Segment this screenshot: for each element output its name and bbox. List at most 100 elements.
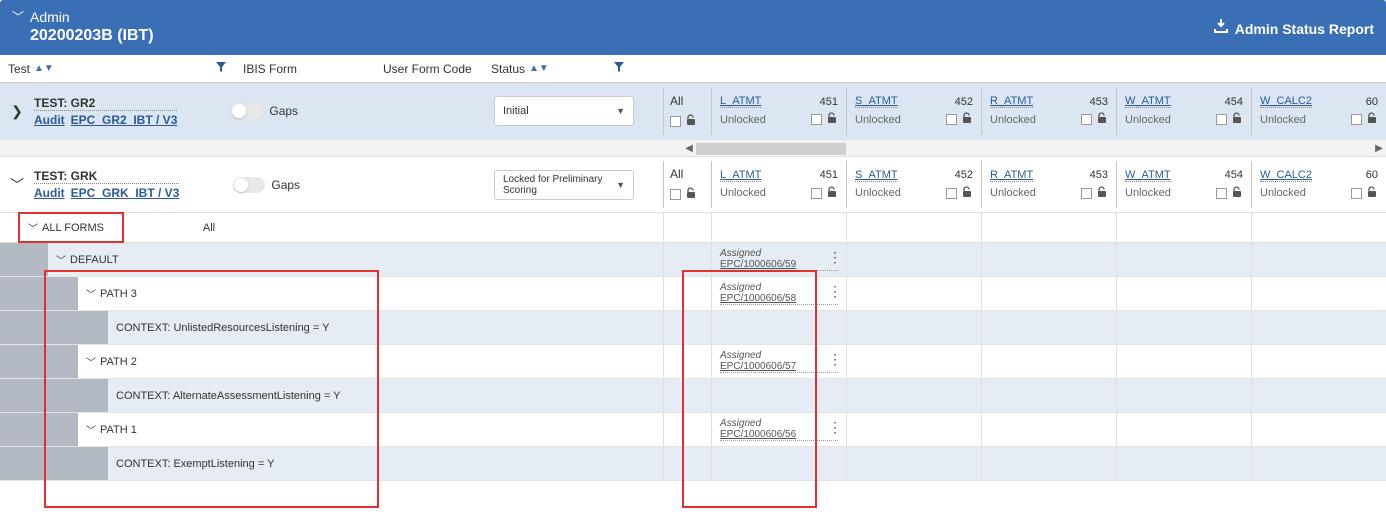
kebab-icon[interactable]: ⋮ (828, 351, 842, 368)
audit-link[interactable]: Audit (34, 186, 65, 200)
test-title: TEST: GRK (34, 169, 179, 184)
unlock-icon[interactable] (961, 112, 973, 127)
checkbox[interactable] (1081, 188, 1092, 199)
tree-section-all (663, 413, 711, 446)
section-name-link[interactable]: W_CALC2 (1260, 169, 1312, 182)
audit-link[interactable]: Audit (34, 113, 65, 127)
checkbox[interactable] (1351, 188, 1362, 199)
gaps-toggle[interactable] (231, 103, 263, 119)
scroll-left-icon[interactable]: ◀ (682, 143, 696, 154)
unlock-icon[interactable] (1096, 186, 1108, 201)
tree-section-cell (981, 243, 1116, 276)
tree-section-cell: AssignedEPC/1000606/57⋮ (711, 345, 846, 378)
horizontal-scrollbar[interactable]: ◀ ▶ (0, 139, 1386, 157)
checkbox[interactable] (670, 189, 681, 200)
unlock-icon[interactable] (685, 187, 697, 202)
expand-toggle[interactable]: ❯ (0, 103, 34, 120)
tree-label[interactable]: ﹀PATH 3 (78, 286, 663, 301)
unlock-icon[interactable] (1366, 112, 1378, 127)
unlock-icon[interactable] (826, 186, 838, 201)
form-link[interactable]: EPC_GRK_IBT / V3 (71, 186, 180, 200)
section-name-link[interactable]: S_ATMT (855, 169, 898, 182)
checkbox[interactable] (946, 188, 957, 199)
chevron-down-icon[interactable]: ﹀ (86, 422, 96, 437)
tree-label[interactable]: CONTEXT: UnlistedResourcesListening = Y (108, 322, 663, 334)
chevron-down-icon[interactable]: ﹀ (12, 8, 24, 25)
tree-label[interactable]: ﹀DEFAULT (48, 252, 663, 267)
section-all: All (663, 161, 711, 208)
tree-label[interactable]: CONTEXT: ExemptListening = Y (108, 458, 663, 470)
unlock-icon[interactable] (1366, 186, 1378, 201)
form-link[interactable]: EPC_GR2_IBT / V3 (71, 113, 178, 127)
gaps-toggle[interactable] (233, 177, 265, 193)
section-name-link[interactable]: W_ATMT (1125, 169, 1171, 182)
checkbox[interactable] (1351, 114, 1362, 125)
kebab-icon[interactable]: ⋮ (828, 419, 842, 436)
section-name-link[interactable]: S_ATMT (855, 95, 898, 108)
tree-section-cell (1116, 277, 1251, 310)
filter-icon[interactable] (613, 61, 625, 76)
checkbox[interactable] (1216, 114, 1227, 125)
col-ibis-label[interactable]: IBIS Form (243, 62, 297, 76)
checkbox[interactable] (1216, 188, 1227, 199)
tree-label[interactable]: ﹀PATH 1 (78, 422, 663, 437)
section-state: Unlocked (1125, 187, 1171, 199)
col-userform-label[interactable]: User Form Code (383, 62, 472, 76)
all-forms-cell[interactable]: ﹀ ALL FORMS (18, 212, 124, 243)
checkbox[interactable] (811, 114, 822, 125)
col-status-label[interactable]: Status (491, 62, 525, 76)
sort-icon[interactable]: ▲▼ (34, 64, 54, 74)
epc-link[interactable]: EPC/1000606/59 (720, 259, 838, 271)
section-name-link[interactable]: W_ATMT (1125, 95, 1171, 108)
scroll-right-icon[interactable]: ▶ (1372, 143, 1386, 154)
tree-section-cell (711, 447, 846, 480)
caret-down-icon: ▼ (616, 180, 625, 190)
epc-link[interactable]: EPC/1000606/58 (720, 293, 838, 305)
tree-label[interactable]: CONTEXT: AlternateAssessmentListening = … (108, 390, 663, 402)
chevron-down-icon[interactable]: ﹀ (56, 252, 66, 267)
forms-header-row: ﹀ ALL FORMS All (0, 213, 1386, 243)
section-name-link[interactable]: R_ATMT (990, 169, 1033, 182)
admin-status-report-button[interactable]: Admin Status Report (1213, 8, 1374, 37)
status-dropdown[interactable]: Initial ▼ (494, 96, 634, 126)
tree-section-cell (1251, 277, 1386, 310)
chevron-down-icon[interactable]: ﹀ (86, 286, 96, 301)
epc-link[interactable]: EPC/1000606/56 (720, 429, 838, 441)
tree-section-cell (981, 379, 1116, 412)
tree-section-cell: AssignedEPC/1000606/59⋮ (711, 243, 846, 276)
unlock-icon[interactable] (1231, 112, 1243, 127)
section-column: R_ATMT453Unlocked (981, 88, 1116, 135)
sort-icon[interactable]: ▲▼ (529, 64, 549, 74)
unlock-icon[interactable] (961, 186, 973, 201)
checkbox[interactable] (1081, 114, 1092, 125)
section-name-link[interactable]: W_CALC2 (1260, 95, 1312, 108)
tree-section-all (663, 447, 711, 480)
section-number: 452 (955, 169, 973, 181)
unlock-icon[interactable] (1096, 112, 1108, 127)
tree-section-all (663, 379, 711, 412)
checkbox[interactable] (946, 114, 957, 125)
tree-section-cell (1116, 379, 1251, 412)
kebab-icon[interactable]: ⋮ (828, 249, 842, 266)
epc-link[interactable]: EPC/1000606/57 (720, 361, 838, 373)
tree-row: ﹀PATH 3AssignedEPC/1000606/58⋮ (0, 277, 1386, 311)
col-test-label[interactable]: Test (8, 62, 30, 76)
all-label: All (203, 222, 215, 234)
unlock-icon[interactable] (826, 112, 838, 127)
unlock-icon[interactable] (1231, 186, 1243, 201)
scroll-thumb[interactable] (696, 143, 846, 155)
unlock-icon[interactable] (685, 114, 697, 129)
section-state: Unlocked (855, 187, 901, 199)
chevron-down-icon[interactable]: ﹀ (86, 354, 96, 369)
tree-label[interactable]: ﹀PATH 2 (78, 354, 663, 369)
status-dropdown[interactable]: Locked for Preliminary Scoring ▼ (494, 170, 634, 200)
section-name-link[interactable]: L_ATMT (720, 169, 761, 182)
filter-icon[interactable] (215, 61, 227, 76)
expand-toggle[interactable]: ﹀ (0, 175, 34, 195)
checkbox[interactable] (670, 116, 681, 127)
kebab-icon[interactable]: ⋮ (828, 283, 842, 300)
section-name-link[interactable]: L_ATMT (720, 95, 761, 108)
section-state: Unlocked (720, 114, 766, 126)
section-name-link[interactable]: R_ATMT (990, 95, 1033, 108)
checkbox[interactable] (811, 188, 822, 199)
